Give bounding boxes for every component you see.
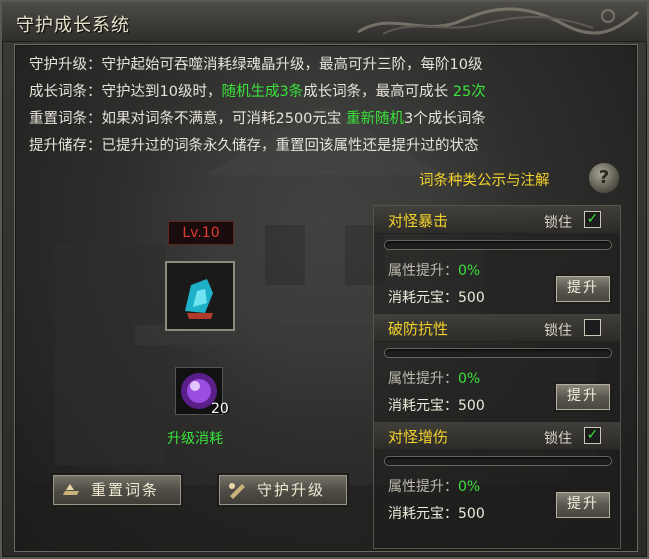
attribute-item: 对怪增伤 锁住 ✓ 属性提升：0% 消耗元宝：500 提升 <box>374 422 620 530</box>
guardian-item-slot[interactable] <box>165 261 235 331</box>
entry-legend-link[interactable]: 词条种类公示与注解 <box>419 169 550 190</box>
attribute-boost-row: 属性提升：0% <box>388 263 481 279</box>
reset-icon <box>63 484 79 495</box>
window-title: 守护成长系统 <box>16 15 130 36</box>
attribute-cost-row: 消耗元宝：500 <box>388 506 485 522</box>
attribute-boost-row: 属性提升：0% <box>388 479 481 495</box>
reset-entries-button[interactable]: 重置词条 <box>51 473 183 507</box>
attribute-header: 破防抗性 锁住 <box>374 314 620 342</box>
lock-checkbox[interactable]: ✓ <box>584 211 601 228</box>
lock-label: 锁住 <box>544 215 572 231</box>
attribute-item: 破防抗性 锁住 属性提升：0% 消耗元宝：500 提升 <box>374 314 620 422</box>
guardian-level-badge: Lv.10 <box>168 221 234 245</box>
desc-line-3: 重置词条：如果对词条不满意，可消耗2500元宝 重新随机3个成长词条 <box>29 111 486 127</box>
guardian-growth-window: 守护成长系统 守护升级：守护起始可吞噬消耗绿魂晶升级，最高可升三阶，每阶10级 … <box>0 0 649 559</box>
material-label: 升级消耗 <box>167 431 223 447</box>
desc-line-1: 守护升级：守护起始可吞噬消耗绿魂晶升级，最高可升三阶，每阶10级 <box>29 57 483 73</box>
guardian-item-icon <box>167 263 233 329</box>
title-bar: 守护成长系统 <box>2 2 647 42</box>
growth-progress-bar <box>384 348 612 358</box>
upgrade-icon <box>229 483 245 499</box>
dragon-ornament-icon <box>357 7 639 35</box>
main-panel: 守护升级：守护起始可吞噬消耗绿魂晶升级，最高可升三阶，每阶10级 成长词条：守护… <box>14 44 638 552</box>
attribute-header: 对怪增伤 锁住 ✓ <box>374 422 620 450</box>
attribute-boost-row: 属性提升：0% <box>388 371 481 387</box>
growth-progress-bar <box>384 240 612 250</box>
lock-label: 锁住 <box>544 431 572 447</box>
attribute-cost-row: 消耗元宝：500 <box>388 398 485 414</box>
attribute-cost-row: 消耗元宝：500 <box>388 290 485 306</box>
attribute-name: 对怪暴击 <box>388 212 449 230</box>
material-count: 20 <box>211 401 229 417</box>
desc-line-4: 提升储存：已提升过的词条永久储存，重置回该属性还是提升过的状态 <box>29 138 479 154</box>
lock-checkbox[interactable]: ✓ <box>584 427 601 444</box>
attribute-item: 对怪暴击 锁住 ✓ 属性提升：0% 消耗元宝：500 提升 <box>374 206 620 314</box>
boost-button[interactable]: 提升 <box>554 490 612 520</box>
guardian-upgrade-button[interactable]: 守护升级 <box>217 473 349 507</box>
desc-line-2: 成长词条：守护达到10级时，随机生成3条成长词条，最高可成长 25次 <box>29 84 486 100</box>
attribute-name: 破防抗性 <box>388 320 449 338</box>
lock-label: 锁住 <box>544 323 572 339</box>
help-icon[interactable]: ? <box>587 161 621 195</box>
attribute-header: 对怪暴击 锁住 ✓ <box>374 206 620 234</box>
growth-progress-bar <box>384 456 612 466</box>
lock-checkbox[interactable] <box>584 319 601 336</box>
boost-button[interactable]: 提升 <box>554 382 612 412</box>
attribute-list: 对怪暴击 锁住 ✓ 属性提升：0% 消耗元宝：500 提升 破防抗性 锁住 属性… <box>373 205 621 549</box>
attribute-name: 对怪增伤 <box>388 428 449 446</box>
boost-button[interactable]: 提升 <box>554 274 612 304</box>
